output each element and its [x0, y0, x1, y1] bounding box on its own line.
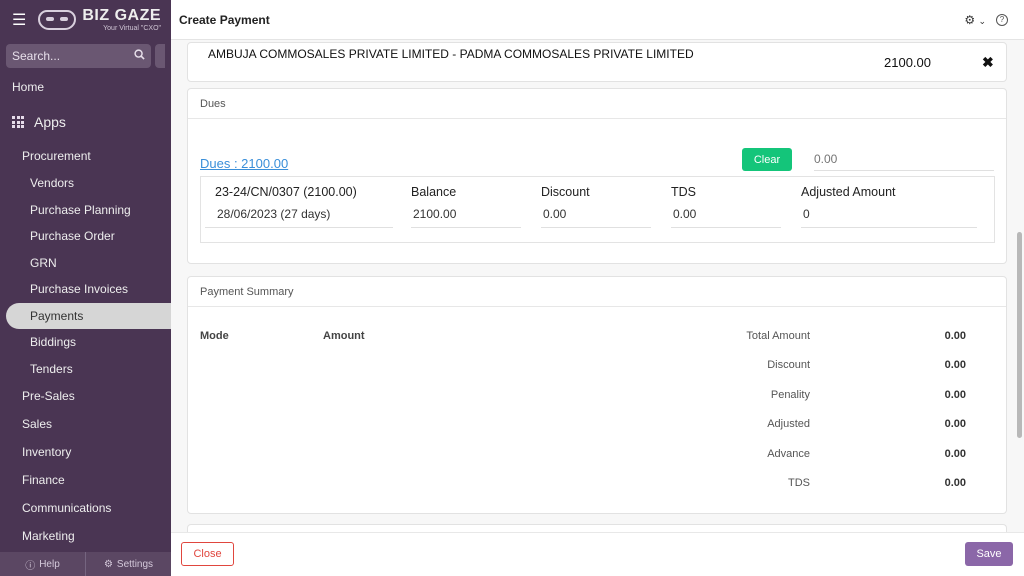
top-bar: Create Payment ⚙ ⌄ ?	[171, 0, 1024, 40]
settings-label: Settings	[116, 558, 154, 570]
adjusted-amount-header: Adjusted Amount	[801, 185, 896, 199]
due-entry-row: 23-24/CN/0307 (2100.00) 28/06/2023 (27 d…	[200, 176, 995, 243]
adjusted-amount-input[interactable]: 0	[801, 207, 977, 228]
help-button[interactable]: ⓘ Help	[0, 552, 86, 576]
discount-column: Discount 0.00	[541, 185, 651, 228]
logo-tagline: Your Virtual "CXO"	[103, 25, 162, 32]
sidebar-item-vendors[interactable]: Vendors	[0, 170, 171, 197]
sidebar-nav: Home Apps Procurement Vendors Purchase P…	[0, 72, 171, 550]
due-ref-column: 23-24/CN/0307 (2100.00) 28/06/2023 (27 d…	[205, 185, 393, 228]
close-button[interactable]: Close	[181, 542, 234, 566]
penality-label: Penality	[770, 389, 810, 401]
form-footer: Close Save	[171, 532, 1024, 576]
main-panel: Create Payment ⚙ ⌄ ? AMBUJA COMMOSALES P…	[171, 0, 1024, 576]
sidebar-item-apps-label: Apps	[34, 114, 66, 130]
search-input[interactable]: Search...	[12, 49, 60, 63]
discount-input[interactable]: 0.00	[541, 207, 651, 228]
search-icon[interactable]	[134, 49, 146, 63]
penality-value: 0.00	[944, 389, 966, 401]
tds-header: TDS	[671, 185, 696, 199]
sidebar-item-apps[interactable]: Apps	[0, 102, 171, 142]
tds-input[interactable]: 0.00	[671, 207, 781, 228]
dues-header: Dues	[188, 89, 1006, 119]
sidebar-item-purchase-invoices[interactable]: Purchase Invoices	[0, 276, 171, 303]
dues-amount-input[interactable]	[814, 147, 994, 171]
logo-mask-icon	[38, 10, 77, 30]
sidebar-item-purchase-order[interactable]: Purchase Order	[0, 223, 171, 250]
tds-summary-label: TDS	[788, 477, 810, 489]
sidebar-item-inventory[interactable]: Inventory	[0, 438, 171, 466]
sidebar-item-communications[interactable]: Communications	[0, 494, 171, 522]
top-bar-actions: ⚙ ⌄ ?	[964, 13, 1008, 27]
balance-header: Balance	[411, 185, 457, 199]
balance-value: 2100.00	[411, 207, 521, 228]
page-title: Create Payment	[179, 12, 270, 27]
sidebar-item-purchase-planning[interactable]: Purchase Planning	[0, 197, 171, 224]
dues-card: Dues Dues : 2100.00 Clear 23-24/CN/0307 …	[187, 88, 1007, 264]
sidebar-item-tenders[interactable]: Tenders	[0, 356, 171, 383]
adjusted-value: 0.00	[944, 418, 966, 430]
sidebar-footer: ⓘ Help ⚙ Settings	[0, 552, 171, 576]
remove-vendor-close-icon[interactable]: ✖	[982, 54, 994, 71]
settings-button[interactable]: ⚙ Settings	[86, 552, 171, 576]
discount-summary-label: Discount	[767, 359, 810, 371]
total-amount-label: Total Amount	[746, 330, 810, 342]
advance-label: Advance	[767, 448, 810, 460]
vertical-scrollbar[interactable]	[1017, 232, 1022, 438]
due-ref-number: 23-24/CN/0307 (2100.00)	[215, 185, 357, 199]
adjusted-label: Adjusted	[767, 418, 810, 430]
sidebar-item-marketing[interactable]: Marketing	[0, 522, 171, 550]
sidebar-item-home[interactable]: Home	[0, 72, 171, 102]
sidebar: ☰ BIZ GAZE Your Virtual "CXO" Search... …	[0, 0, 171, 576]
search-row: Search...	[0, 40, 171, 68]
chevron-down-icon: ⌄	[978, 15, 986, 26]
balance-column: Balance 2100.00	[411, 185, 521, 228]
vendor-card: AMBUJA COMMOSALES PRIVATE LIMITED - PADM…	[187, 42, 1007, 82]
sidebar-item-payments[interactable]: Payments	[6, 302, 171, 329]
help-label: Help	[39, 558, 60, 570]
discount-summary-value: 0.00	[944, 359, 966, 371]
bizgaze-logo[interactable]: BIZ GAZE Your Virtual "CXO"	[38, 8, 161, 32]
mode-column-header: Mode	[200, 330, 229, 342]
settings-dropdown[interactable]: ⚙ ⌄	[964, 13, 986, 27]
dues-total-link[interactable]: Dues : 2100.00	[200, 156, 288, 171]
amount-column-header: Amount	[323, 330, 365, 342]
clear-button[interactable]: Clear	[742, 148, 792, 171]
save-button[interactable]: Save	[965, 542, 1013, 566]
payment-summary-card: Payment Summary Mode Amount Total Amount…	[187, 276, 1007, 514]
apps-grid-icon	[12, 116, 24, 128]
vendor-name: AMBUJA COMMOSALES PRIVATE LIMITED - PADM…	[208, 47, 694, 61]
tds-summary-value: 0.00	[944, 477, 966, 489]
sidebar-item-grn[interactable]: GRN	[0, 250, 171, 277]
tds-column: TDS 0.00	[671, 185, 781, 228]
help-question-icon[interactable]: ?	[996, 13, 1008, 26]
advance-value: 0.00	[944, 448, 966, 460]
sidebar-item-procurement[interactable]: Procurement	[0, 142, 171, 170]
sidebar-item-finance[interactable]: Finance	[0, 466, 171, 494]
total-amount-value: 0.00	[944, 330, 966, 342]
adjusted-amount-column: Adjusted Amount 0	[801, 185, 977, 228]
logo-name: BIZ GAZE	[82, 7, 162, 24]
gear-icon: ⚙	[964, 12, 976, 27]
payment-summary-header: Payment Summary	[188, 277, 1006, 307]
search-filter-button[interactable]	[155, 44, 165, 68]
sidebar-item-sales[interactable]: Sales	[0, 410, 171, 438]
sidebar-item-pre-sales[interactable]: Pre-Sales	[0, 382, 171, 410]
vendor-amount: 2100.00	[884, 55, 931, 70]
discount-header: Discount	[541, 185, 590, 199]
help-icon: ⓘ	[25, 560, 36, 572]
sidebar-item-biddings[interactable]: Biddings	[0, 329, 171, 356]
settings-gear-icon: ⚙	[103, 558, 113, 570]
hamburger-menu-icon[interactable]: ☰	[12, 10, 26, 30]
brand-bar: ☰ BIZ GAZE Your Virtual "CXO"	[0, 0, 171, 40]
sidebar-search[interactable]: Search...	[6, 44, 152, 68]
due-ref-date: 28/06/2023 (27 days)	[205, 207, 393, 228]
